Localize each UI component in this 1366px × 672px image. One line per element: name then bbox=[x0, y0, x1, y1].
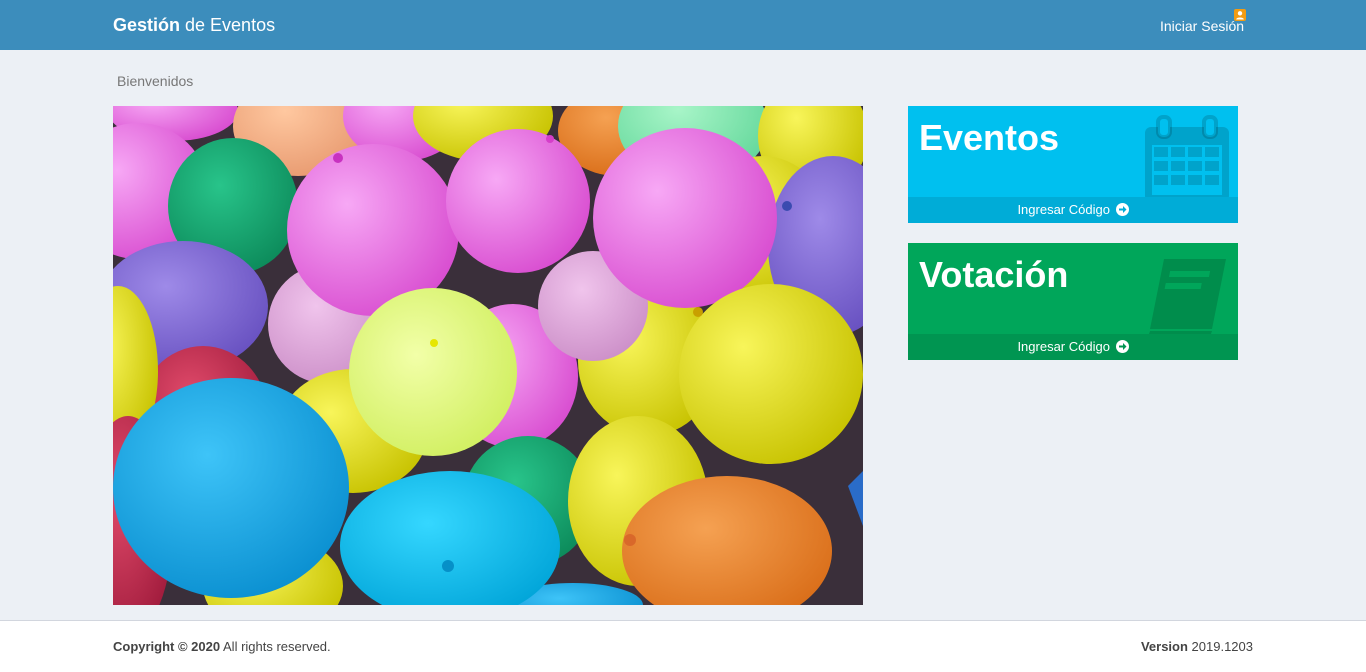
brand-bold-text: Gestión bbox=[113, 15, 181, 35]
user-icon[interactable] bbox=[1234, 9, 1246, 21]
version-label: Version bbox=[1140, 639, 1188, 654]
copyright-bold: Copyright © 2020 bbox=[113, 639, 221, 654]
breadcrumb: Bienvenidos bbox=[117, 73, 194, 89]
hero-balloons-image bbox=[113, 106, 863, 605]
version-number: 2019.1203 bbox=[1187, 639, 1253, 654]
votacion-ingresar-codigo-link[interactable]: Ingresar Código bbox=[908, 334, 1238, 360]
eventos-ingresar-codigo-link[interactable]: Ingresar Código bbox=[908, 197, 1238, 223]
arrow-circle-right-icon bbox=[1115, 199, 1129, 216]
eventos-tile: Eventos Ingresar Código bbox=[908, 106, 1238, 223]
top-navbar: Gestión de Eventos Iniciar Sesión bbox=[0, 0, 1366, 50]
page-footer: Copyright © 2020 All rights reserved. Ve… bbox=[0, 620, 1366, 672]
votacion-footer-label: Ingresar Código bbox=[1017, 339, 1110, 354]
version-text: Version 2019.1203 bbox=[1141, 639, 1253, 654]
votacion-tile: Votación Ingresar Código bbox=[908, 243, 1238, 360]
eventos-title: Eventos bbox=[919, 117, 1060, 158]
votacion-title: Votación bbox=[919, 254, 1069, 295]
copyright-rest: All rights reserved. bbox=[220, 639, 331, 654]
copyright-text: Copyright © 2020 All rights reserved. bbox=[113, 639, 331, 654]
arrow-circle-right-icon bbox=[1115, 336, 1129, 353]
brand-rest-text: de Eventos bbox=[180, 15, 276, 35]
eventos-footer-label: Ingresar Código bbox=[1017, 202, 1110, 217]
brand-logo-link[interactable]: Gestión de Eventos bbox=[113, 14, 275, 36]
login-link[interactable]: Iniciar Sesión bbox=[1160, 17, 1244, 35]
